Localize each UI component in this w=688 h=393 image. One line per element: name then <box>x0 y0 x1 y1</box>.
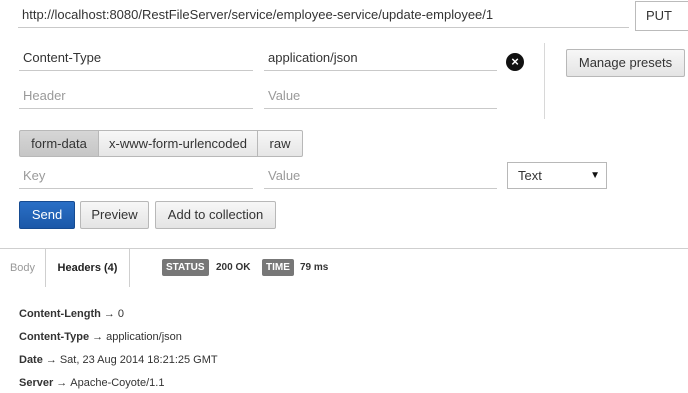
arrow-icon: → <box>103 308 115 320</box>
response-header-key: Content-Type <box>19 331 90 343</box>
response-header-row: Server → Apache-Coyote/1.1 <box>19 377 164 389</box>
tab-headers[interactable]: Headers (4) <box>45 249 130 287</box>
vertical-divider <box>544 43 545 119</box>
header-key-input[interactable]: Content-Type <box>19 45 253 71</box>
status-value: 200 OK <box>216 262 251 273</box>
tab-form-data[interactable]: form-data <box>19 130 99 157</box>
type-select[interactable]: Text ▼ <box>507 162 607 189</box>
caret-down-icon: ▼ <box>590 170 600 181</box>
method-select[interactable]: PUT <box>635 1 688 31</box>
tab-raw[interactable]: raw <box>257 130 303 157</box>
form-value-input[interactable]: Value <box>264 163 497 189</box>
response-header-value: Sat, 23 Aug 2014 18:21:25 GMT <box>59 354 218 366</box>
tab-urlencoded[interactable]: x-www-form-urlencoded <box>98 130 258 157</box>
response-header-row: Content-Length → 0 <box>19 308 124 320</box>
type-select-label: Text <box>518 168 542 183</box>
response-header-key: Content-Length <box>19 308 101 320</box>
response-header-value: Apache-Coyote/1.1 <box>70 377 165 389</box>
header-value-placeholder-input[interactable]: Value <box>264 83 497 109</box>
add-to-collection-button[interactable]: Add to collection <box>155 201 276 229</box>
send-button[interactable]: Send <box>19 201 75 229</box>
header-value-input[interactable]: application/json <box>264 45 497 71</box>
form-key-input[interactable]: Key <box>19 163 253 189</box>
tab-body[interactable]: Body <box>0 249 45 287</box>
time-value: 79 ms <box>300 262 329 273</box>
response-header-row: Date → Sat, 23 Aug 2014 18:21:25 GMT <box>19 354 218 366</box>
arrow-icon: → <box>45 354 57 366</box>
arrow-icon: → <box>92 331 104 343</box>
manage-presets-button[interactable]: Manage presets <box>566 49 685 77</box>
arrow-icon: → <box>56 377 68 389</box>
response-header-row: Content-Type → application/json <box>19 331 182 343</box>
url-input[interactable]: http://localhost:8080/RestFileServer/ser… <box>18 2 629 28</box>
preview-button[interactable]: Preview <box>80 201 149 229</box>
response-header-key: Date <box>19 354 43 366</box>
response-header-value: 0 <box>117 308 124 320</box>
time-badge: TIME <box>262 259 294 276</box>
close-icon[interactable]: × <box>506 53 524 71</box>
header-key-placeholder-input[interactable]: Header <box>19 83 253 109</box>
response-header-value: application/json <box>106 331 182 343</box>
response-header-key: Server <box>19 377 54 389</box>
status-badge: STATUS <box>162 259 209 276</box>
